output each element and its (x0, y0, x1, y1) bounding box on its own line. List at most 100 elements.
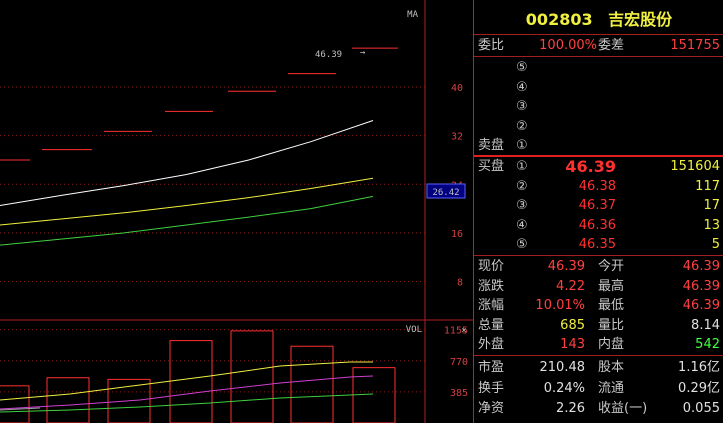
bid-volume: 17 (703, 198, 720, 213)
fundamental-row: 净资 2.26 收益(一) 0.055 (474, 399, 723, 419)
stat-value: 8.14 (691, 317, 720, 333)
ma-line-2 (0, 177, 374, 226)
volume-bar (290, 345, 334, 423)
volume-bar (169, 340, 213, 423)
bid-price: 46.35 (578, 237, 616, 252)
price-annotation: 46.39 (315, 50, 342, 60)
stat-value: 143 (560, 337, 585, 352)
volume-bar (46, 377, 90, 423)
buy-level-row: ② 46.38 117 (474, 177, 723, 197)
divider (474, 34, 723, 35)
price-tick-label: 16 (451, 229, 463, 240)
buy-level-index: ③ (516, 198, 528, 213)
divider (474, 255, 723, 256)
ma-line-1 (0, 120, 374, 206)
stat-label: 外盘 (478, 337, 505, 352)
stat-label: 涨跌 (478, 278, 505, 294)
stat-value: 685 (560, 317, 585, 333)
fundamental-label: 换手 (478, 380, 505, 396)
stock-header: 002803 吉宏股份 (474, 8, 723, 32)
bid-volume: 5 (711, 237, 720, 252)
fundamental-label: 股本 (598, 360, 625, 375)
volume-bar (352, 367, 396, 423)
sell-level-index: ② (516, 118, 528, 134)
bid-price: 46.36 (578, 217, 616, 233)
volume-tick-label: 385 (450, 388, 468, 399)
stat-value: 542 (695, 337, 720, 352)
sell-level-row: ③ (474, 97, 723, 117)
ratio-row: 委比 100.00% 委差 151755 (474, 36, 723, 56)
buy-level-row: 买盘 ① 46.39 151604 (474, 157, 723, 177)
buy-level-row: ③ 46.37 17 (474, 196, 723, 216)
stat-value: 46.39 (682, 278, 720, 294)
stock-code: 002803 (525, 10, 593, 29)
stat-label: 最低 (598, 298, 625, 313)
sell-level-row: ⑤ (474, 58, 723, 78)
sell-level-index: ① (516, 138, 528, 153)
ratio-label: 委比 (478, 38, 505, 53)
stat-label: 量比 (598, 317, 625, 333)
buy-level-index: ② (516, 178, 528, 194)
buy-level-index: ⑤ (516, 237, 528, 252)
kline-chart-area[interactable]: 403224168MA46.39→26.421155770385VOL× (0, 0, 473, 423)
stat-row: 涨跌 4.22 最高 46.39 (474, 277, 723, 297)
sell-side-label: 卖盘 (478, 138, 505, 153)
ratio-value: 100.00% (539, 38, 597, 53)
price-tick-label: 8 (457, 278, 463, 289)
divider (474, 355, 723, 356)
fundamental-value: 0.29亿 (678, 380, 720, 396)
price-annotation-arrow: → (360, 48, 366, 58)
divider (474, 56, 723, 57)
stat-label: 内盘 (598, 337, 625, 352)
sell-level-index: ③ (516, 99, 528, 114)
bid-price: 46.37 (578, 198, 616, 213)
kline-chart-svg[interactable]: 403224168MA46.39→26.421155770385VOL× (0, 0, 473, 423)
buy-level-index: ④ (516, 217, 528, 233)
quote-panel: 002803 吉宏股份 委比 100.00% 委差 151755 ⑤ ④ ③ ② 卖盘 ①… (473, 0, 723, 423)
price-tick-label: 32 (451, 132, 463, 143)
fundamental-label: 净资 (478, 401, 505, 416)
stat-value: 46.39 (547, 259, 585, 274)
fundamental-row: 市盈 210.48 股本 1.16亿 (474, 358, 723, 378)
stock-name: 吉宏股份 (608, 10, 673, 29)
volume-ma-line-3 (0, 393, 374, 413)
diff-label: 委差 (598, 38, 625, 53)
bid-volume: 151604 (670, 159, 720, 174)
bid-price: 46.39 (565, 157, 616, 176)
fundamental-label: 流通 (598, 380, 625, 396)
stat-label: 总量 (478, 317, 505, 333)
bid-volume: 117 (695, 178, 720, 194)
fundamental-value: 210.48 (539, 360, 586, 375)
sell-level-index: ⑤ (516, 60, 528, 75)
fundamental-value: 2.26 (556, 401, 585, 416)
stat-value: 46.39 (682, 259, 720, 274)
buy-level-index: ① (516, 159, 528, 174)
bid-price: 46.38 (578, 178, 616, 194)
fundamental-value: 0.24% (543, 380, 585, 396)
current-price-tag-text: 26.42 (432, 188, 459, 198)
buy-side-label: 买盘 (478, 159, 505, 174)
bid-volume: 13 (703, 217, 720, 233)
stat-label: 最高 (598, 278, 625, 294)
stat-row: 外盘 143 内盘 542 (474, 335, 723, 355)
fundamental-value: 0.055 (682, 401, 720, 416)
buy-level-row: ④ 46.36 13 (474, 216, 723, 236)
fundamental-row: 换手 0.24% 流通 0.29亿 (474, 379, 723, 399)
stat-row: 现价 46.39 今开 46.39 (474, 257, 723, 277)
sell-level-row: ④ (474, 78, 723, 98)
price-tick-label: 40 (451, 83, 463, 94)
stat-value: 4.22 (556, 278, 585, 294)
stat-row: 总量 685 量比 8.14 (474, 316, 723, 336)
stat-value: 10.01% (535, 298, 585, 313)
stat-label: 现价 (478, 259, 505, 274)
ma-line-3 (0, 195, 374, 246)
fundamental-value: 1.16亿 (678, 360, 720, 375)
diff-value: 151755 (670, 38, 720, 53)
stat-label: 涨幅 (478, 298, 505, 313)
stat-row: 涨幅 10.01% 最低 46.39 (474, 296, 723, 316)
sell-level-row: ② (474, 117, 723, 137)
sell-level-index: ④ (516, 79, 528, 95)
close-icon[interactable]: × (461, 326, 466, 336)
fundamental-label: 收益(一) (598, 401, 648, 416)
sell-level-row: 卖盘 ① (474, 136, 723, 156)
